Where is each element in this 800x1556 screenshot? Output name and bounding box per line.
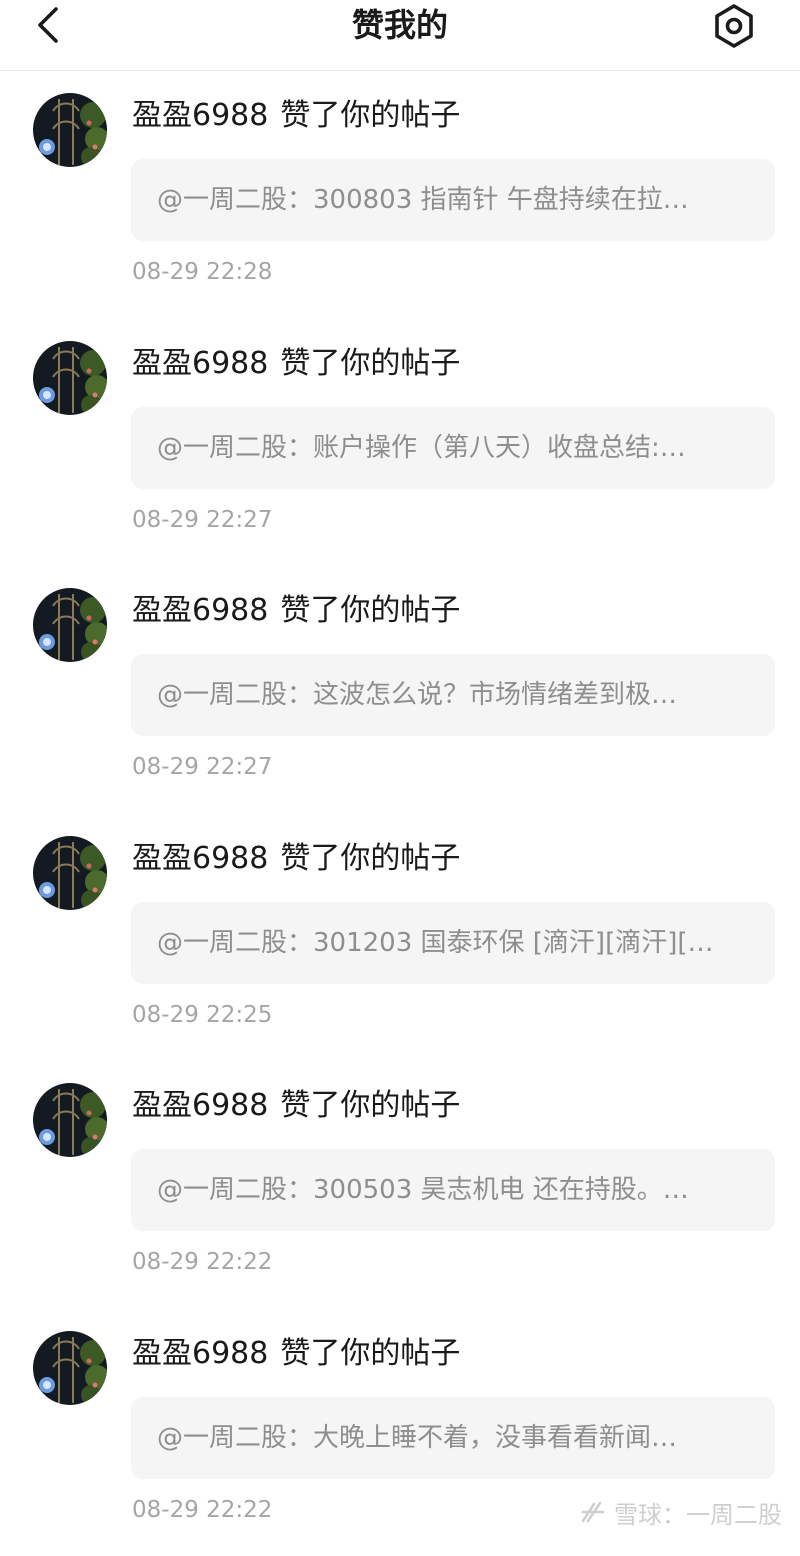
timestamp: 08-29 22:22: [132, 1247, 272, 1277]
notification-text: 盈盈6988 赞了你的帖子: [132, 1083, 460, 1129]
liked-post-preview[interactable]: @一周二股：300503 昊志机电 还在持股。…: [131, 1149, 775, 1231]
notification-text: 盈盈6988 赞了你的帖子: [132, 588, 460, 634]
notification-text: 盈盈6988 赞了你的帖子: [132, 1331, 460, 1377]
action-text: 赞了你的帖子: [280, 1088, 460, 1123]
actor-name[interactable]: 盈盈6988: [132, 346, 268, 381]
settings-button[interactable]: [708, 0, 760, 52]
timestamp: 08-29 22:27: [132, 505, 272, 535]
timestamp: 08-29 22:22: [132, 1495, 272, 1525]
top-nav-bar: 赞我的: [0, 0, 800, 71]
avatar[interactable]: [33, 588, 107, 662]
timestamp: 08-29 22:28: [132, 257, 272, 287]
liked-post-preview[interactable]: @一周二股：大晚上睡不着，没事看看新闻…: [131, 1397, 775, 1479]
like-notification-item: 盈盈6988 赞了你的帖子 @一周二股：账户操作（第八天）收盘总结:… 08-29…: [0, 319, 800, 567]
action-text: 赞了你的帖子: [280, 346, 460, 381]
action-text: 赞了你的帖子: [280, 1336, 460, 1371]
liked-post-preview[interactable]: @一周二股：账户操作（第八天）收盘总结:…: [131, 407, 775, 489]
snowball-logo-icon: [578, 1497, 608, 1527]
avatar[interactable]: [33, 1083, 107, 1157]
actor-name[interactable]: 盈盈6988: [132, 841, 268, 876]
settings-gear-icon: [712, 3, 756, 49]
action-text: 赞了你的帖子: [280, 98, 460, 133]
watermark-text: 雪球：一周二股: [614, 1495, 782, 1530]
like-notification-item: 盈盈6988 赞了你的帖子 @一周二股：301203 国泰环保 [滴汗][滴汗][…: [0, 814, 800, 1062]
avatar-image: [33, 341, 107, 415]
avatar[interactable]: [33, 1331, 107, 1405]
avatar[interactable]: [33, 836, 107, 910]
notification-text: 盈盈6988 赞了你的帖子: [132, 341, 460, 387]
page-title: 赞我的: [0, 0, 800, 50]
avatar-image: [33, 93, 107, 167]
actor-name[interactable]: 盈盈6988: [132, 1336, 268, 1371]
actor-name[interactable]: 盈盈6988: [132, 98, 268, 133]
avatar-image: [33, 836, 107, 910]
watermark: 雪球：一周二股: [578, 1494, 782, 1530]
timestamp: 08-29 22:27: [132, 752, 272, 782]
avatar-image: [33, 1083, 107, 1157]
like-notification-item: 盈盈6988 赞了你的帖子 @一周二股：300803 指南针 午盘持续在拉… 08…: [0, 71, 800, 319]
action-text: 赞了你的帖子: [280, 841, 460, 876]
avatar-image: [33, 588, 107, 662]
action-text: 赞了你的帖子: [280, 593, 460, 628]
avatar[interactable]: [33, 93, 107, 167]
like-notification-list: 盈盈6988 赞了你的帖子 @一周二股：300803 指南针 午盘持续在拉… 08…: [0, 71, 800, 1556]
liked-post-preview[interactable]: @一周二股：301203 国泰环保 [滴汗][滴汗][…: [131, 902, 775, 984]
timestamp: 08-29 22:25: [132, 1000, 272, 1030]
actor-name[interactable]: 盈盈6988: [132, 593, 268, 628]
notification-text: 盈盈6988 赞了你的帖子: [132, 836, 460, 882]
notification-text: 盈盈6988 赞了你的帖子: [132, 93, 460, 139]
liked-post-preview[interactable]: @一周二股：这波怎么说？市场情绪差到极…: [131, 654, 775, 736]
avatar[interactable]: [33, 341, 107, 415]
actor-name[interactable]: 盈盈6988: [132, 1088, 268, 1123]
avatar-image: [33, 1331, 107, 1405]
liked-post-preview[interactable]: @一周二股：300803 指南针 午盘持续在拉…: [131, 159, 775, 241]
like-notification-item: 盈盈6988 赞了你的帖子 @一周二股：300503 昊志机电 还在持股。… 08…: [0, 1061, 800, 1309]
like-notification-item: 盈盈6988 赞了你的帖子 @一周二股：这波怎么说？市场情绪差到极… 08-29 …: [0, 566, 800, 814]
